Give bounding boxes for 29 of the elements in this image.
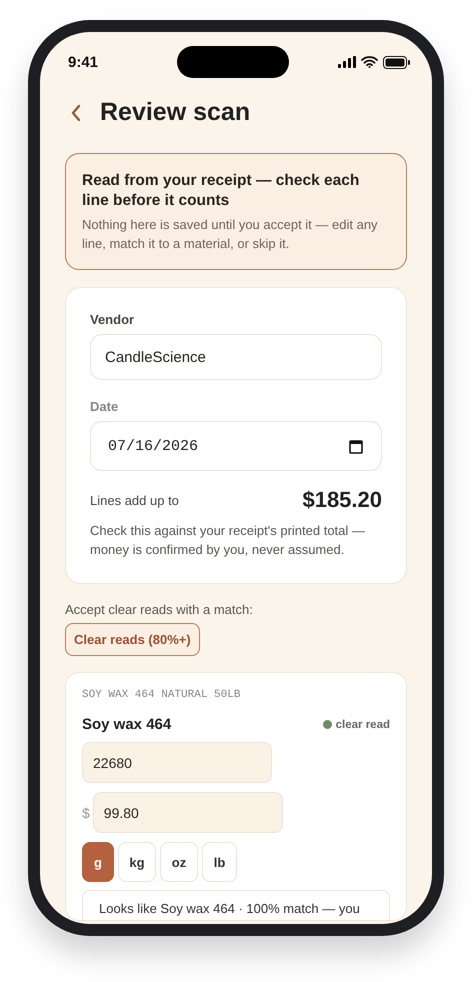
currency-symbol: $ (82, 804, 90, 820)
battery-icon (383, 56, 410, 68)
unit-option[interactable]: lb (202, 842, 237, 882)
match-suggestion: Looks like Soy wax 464 · 100% match — you (82, 890, 390, 920)
price-field[interactable]: 99.80 (92, 792, 283, 833)
unit-option[interactable]: kg (118, 842, 156, 882)
field-label: Date (90, 399, 120, 414)
bulk-accept-label: Accept clear reads with a match: (65, 602, 254, 617)
notice-title: Read from your receipt — check each line before it counts (82, 171, 360, 211)
date-field[interactable]: 07/16/2026 (90, 421, 382, 471)
total-note: Check this against your receipt's printed total — money is confirmed by you, never assumed. (90, 522, 366, 559)
wifi-icon (361, 56, 378, 68)
vendor-field[interactable]: CandleScience (90, 334, 382, 380)
field-label: Vendor (90, 312, 136, 327)
item-name: Soy wax 464 (82, 716, 172, 733)
notice-text: Nothing here is saved until you accept it — edit any line, match it to a material, or skip it. (82, 216, 379, 253)
status-time: 9:41 (68, 54, 98, 70)
signal-icon (338, 56, 356, 68)
clear-reads-button[interactable]: Clear reads (80%+) (65, 623, 200, 656)
quantity-field[interactable]: 22680 (82, 742, 272, 783)
total-label: Lines add up to (90, 492, 179, 508)
back-button[interactable] (70, 102, 82, 122)
unit-option[interactable]: oz (160, 842, 198, 882)
calendar-icon[interactable] (349, 438, 363, 454)
page-title: Review scan (100, 98, 250, 127)
total-amount: $185.20 (302, 487, 382, 513)
status-label: clear read (336, 718, 390, 730)
raw-line-text: SOY WAX 464 NATURAL 50LB (82, 689, 242, 701)
unit-option[interactable]: g (82, 842, 114, 882)
